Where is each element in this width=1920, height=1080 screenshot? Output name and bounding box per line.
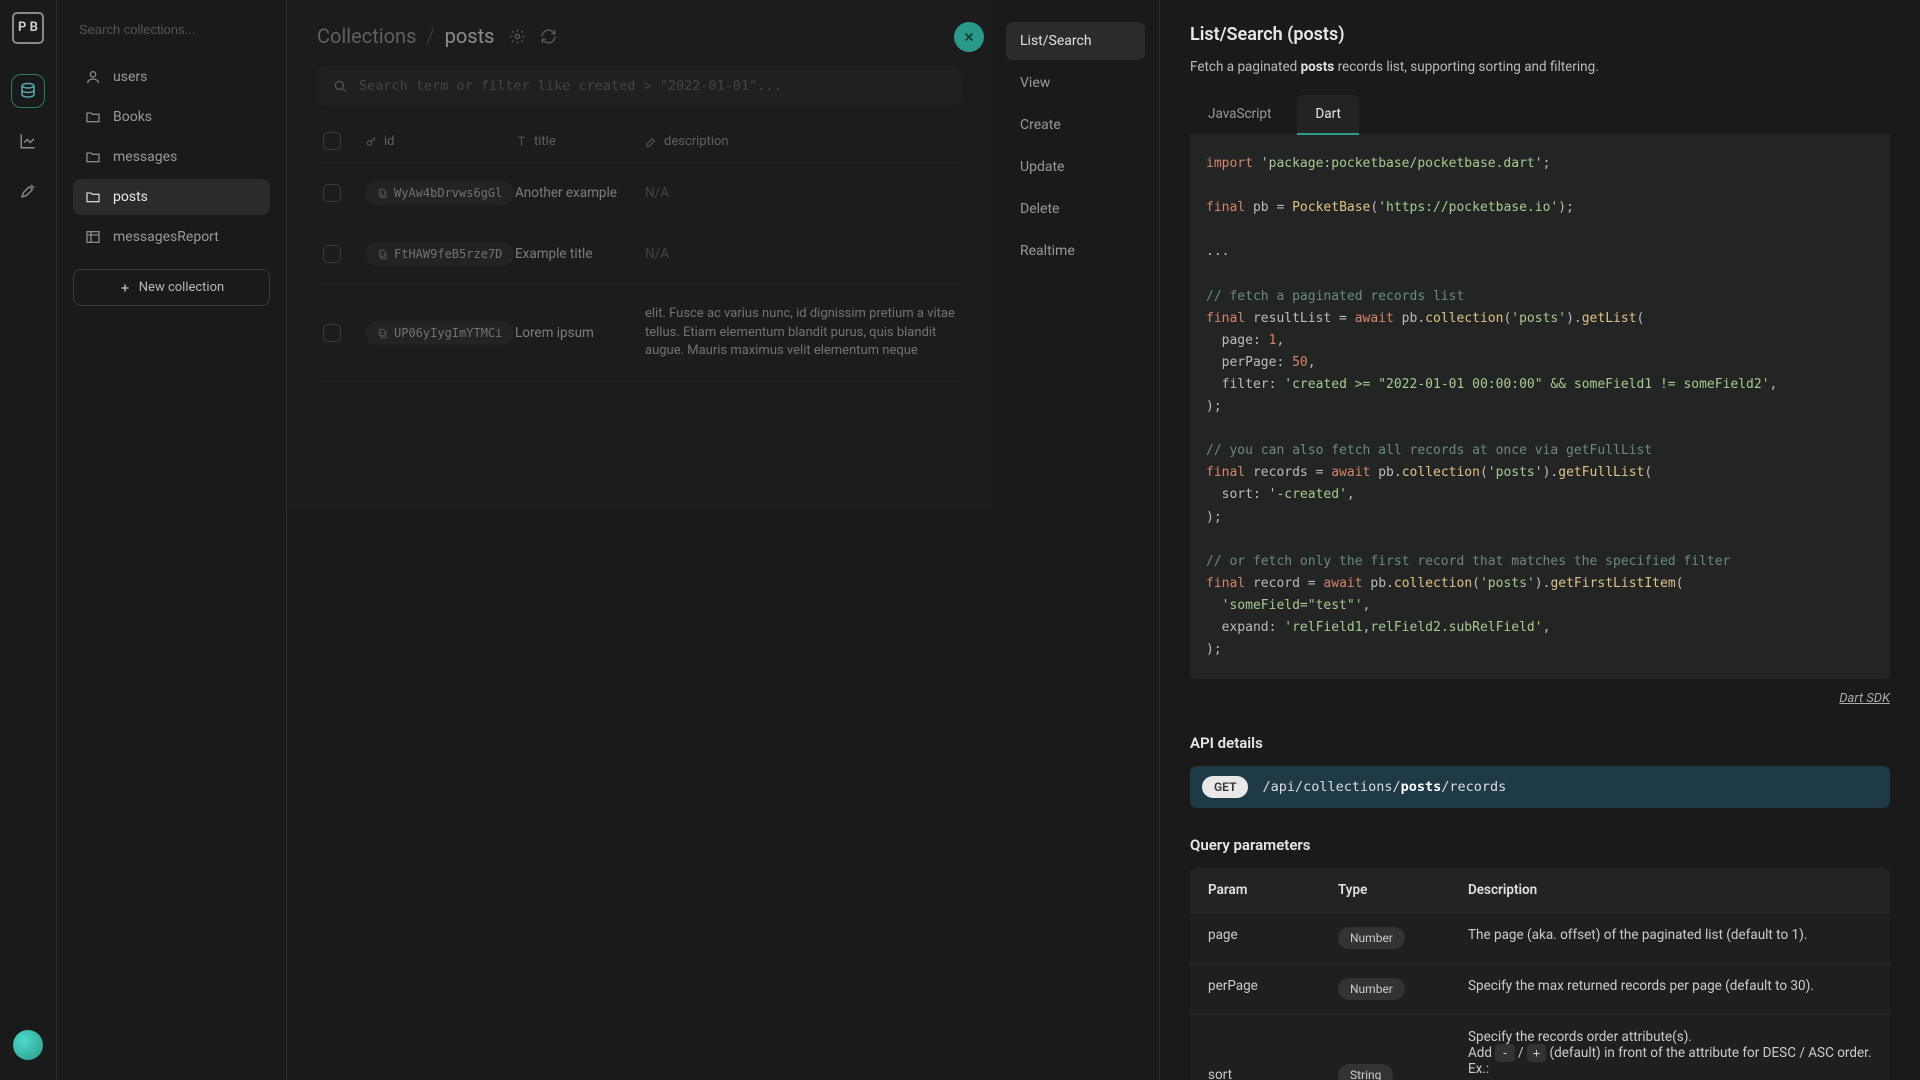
- close-icon: [962, 30, 976, 44]
- cell-title: Example title: [515, 246, 645, 262]
- cell-description: Lorem ipsum dolor sit amet Consectetur a…: [645, 303, 956, 363]
- nav-logs-icon[interactable]: [11, 124, 45, 158]
- table-row[interactable]: FtHAW9feB5rze7D Example title N/A: [317, 224, 962, 285]
- detail-title: List/Search (posts): [1190, 24, 1890, 45]
- new-collection-button[interactable]: New collection: [73, 269, 270, 306]
- filter-bar[interactable]: Search term or filter like created > "20…: [317, 66, 962, 106]
- code-tabs: JavaScript Dart: [1190, 95, 1890, 135]
- type-badge: Number: [1338, 927, 1405, 949]
- new-collection-label: New collection: [139, 280, 224, 295]
- code-example: import 'package:pocketbase/pocketbase.da…: [1190, 135, 1890, 679]
- api-details-heading: API details: [1190, 734, 1890, 752]
- sidebar-item-users[interactable]: users: [73, 59, 270, 95]
- breadcrumb-root[interactable]: Collections: [317, 24, 416, 48]
- sidebar-item-label: users: [113, 69, 147, 85]
- nav-collections-icon[interactable]: [11, 74, 45, 108]
- cell-description: N/A: [645, 185, 956, 201]
- id-pill[interactable]: FtHAW9feB5rze7D: [365, 242, 514, 266]
- search-icon: [333, 79, 347, 93]
- table-row[interactable]: WyAw4bDrvws6gGl Another example N/A: [317, 163, 962, 224]
- sidebar-item-messagesreport[interactable]: messagesReport: [73, 219, 270, 255]
- gear-icon[interactable]: [509, 28, 526, 45]
- id-pill[interactable]: WyAw4bDrvws6gGl: [365, 181, 514, 205]
- sidebar-item-label: posts: [113, 189, 148, 205]
- refresh-icon[interactable]: [540, 28, 557, 45]
- param-desc: Specify the max returned records per pag…: [1450, 964, 1890, 1015]
- param-desc: The page (aka. offset) of the paginated …: [1450, 913, 1890, 964]
- param-row: sort String Specify the records order at…: [1190, 1015, 1890, 1080]
- api-nav-item-list-search[interactable]: List/Search: [1006, 22, 1145, 60]
- cell-title: Lorem ipsum: [515, 325, 645, 341]
- http-method-badge: GET: [1202, 776, 1248, 798]
- api-endpoint: GET /api/collections/posts/records: [1190, 766, 1890, 808]
- sidebar-item-books[interactable]: Books: [73, 99, 270, 135]
- api-nav-item-realtime[interactable]: Realtime: [1006, 232, 1145, 270]
- api-nav: List/Search View Create Update Delete Realtim…: [992, 0, 1160, 1080]
- api-detail-panel: List/Search (posts) Fetch a paginated po…: [1160, 0, 1920, 1080]
- text-icon: [515, 135, 528, 148]
- param-row: perPage Number Specify the max returned …: [1190, 964, 1890, 1015]
- sidebar-item-messages[interactable]: messages: [73, 139, 270, 175]
- param-row: page Number The page (aka. offset) of th…: [1190, 913, 1890, 964]
- param-name: perPage: [1190, 964, 1320, 1015]
- api-nav-item-create[interactable]: Create: [1006, 106, 1145, 144]
- table-row[interactable]: UP06yIygImYTMCi Lorem ipsum Lorem ipsum …: [317, 285, 962, 382]
- param-desc: Specify the records order attribute(s). …: [1450, 1015, 1890, 1080]
- collections-search-input[interactable]: [79, 22, 264, 37]
- tab-dart[interactable]: Dart: [1297, 95, 1359, 135]
- sidebar-item-label: messages: [113, 149, 177, 165]
- nav-settings-icon[interactable]: [11, 174, 45, 208]
- cell-description: N/A: [645, 246, 956, 262]
- api-nav-item-update[interactable]: Update: [1006, 148, 1145, 186]
- close-panel-button[interactable]: [954, 22, 984, 52]
- key-icon: [365, 135, 378, 148]
- param-name: sort: [1190, 1015, 1320, 1080]
- filter-placeholder: Search term or filter like created > "20…: [359, 78, 782, 94]
- id-pill[interactable]: UP06yIygImYTMCi: [365, 321, 514, 345]
- api-nav-item-view[interactable]: View: [1006, 64, 1145, 102]
- detail-subtitle: Fetch a paginated posts records list, su…: [1190, 59, 1890, 75]
- params-table: Param Type Description page Number The p…: [1190, 868, 1890, 1080]
- collections-search[interactable]: [73, 14, 270, 45]
- breadcrumb: Collections / posts: [317, 24, 962, 48]
- type-badge: Number: [1338, 978, 1405, 1000]
- table-header: id title description: [317, 120, 962, 163]
- select-all-checkbox[interactable]: [323, 132, 341, 150]
- app-logo: P B: [12, 12, 44, 44]
- sidebar-item-posts[interactable]: posts: [73, 179, 270, 215]
- param-name: page: [1190, 913, 1320, 964]
- row-checkbox[interactable]: [323, 184, 341, 202]
- breadcrumb-current: posts: [445, 24, 495, 48]
- row-checkbox[interactable]: [323, 245, 341, 263]
- query-params-heading: Query parameters: [1190, 836, 1890, 854]
- user-avatar[interactable]: [13, 1030, 43, 1060]
- row-checkbox[interactable]: [323, 324, 341, 342]
- api-nav-item-delete[interactable]: Delete: [1006, 190, 1145, 228]
- sidebar-item-label: messagesReport: [113, 229, 219, 245]
- tab-javascript[interactable]: JavaScript: [1190, 95, 1289, 134]
- edit-icon: [645, 135, 658, 148]
- type-badge: String: [1338, 1064, 1393, 1080]
- sidebar-item-label: Books: [113, 109, 152, 125]
- cell-title: Another example: [515, 185, 645, 201]
- sdk-link[interactable]: Dart SDK: [1839, 691, 1890, 706]
